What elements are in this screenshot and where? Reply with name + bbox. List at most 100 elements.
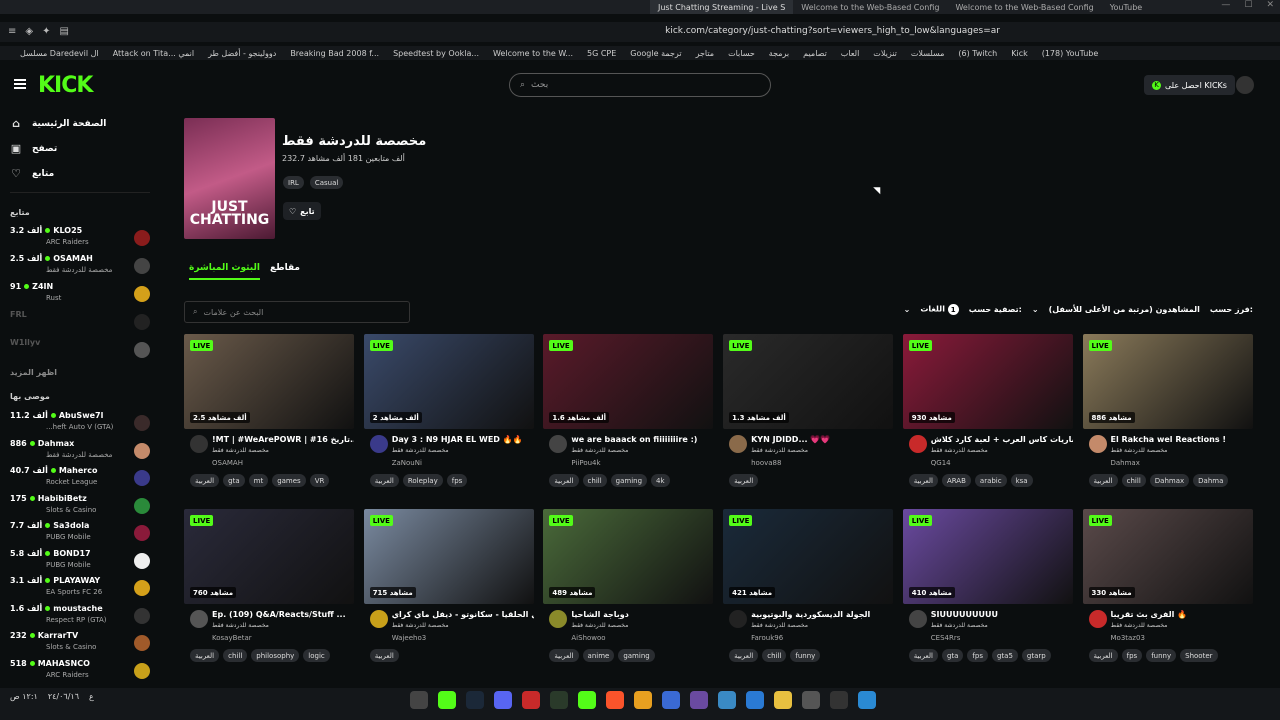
streamer-avatar[interactable] (1088, 435, 1107, 453)
stream-category[interactable]: مخصصة للدردشة فقط (751, 622, 808, 629)
stream-tag[interactable]: العربية (908, 649, 938, 662)
stream-category[interactable]: مخصصة للدردشة فقط (1111, 447, 1168, 454)
bookmark-item[interactable]: حسابات (728, 49, 755, 58)
streamer-name[interactable]: Wajeeho3 (392, 634, 427, 642)
streamer-name[interactable]: PiiPou4k (571, 459, 600, 467)
search-input[interactable]: ⌕ بحث (509, 73, 771, 97)
stream-tag[interactable]: arabic (974, 474, 1007, 487)
stream-tag[interactable]: philosophy (251, 649, 300, 662)
minimize-icon[interactable]: — (1221, 0, 1230, 10)
chevron-down-icon[interactable]: ⌄ (1032, 305, 1039, 314)
kick-logo[interactable]: KICK (38, 73, 93, 98)
menu-icon[interactable]: ≡ (8, 26, 16, 37)
streamer-avatar[interactable] (729, 435, 748, 453)
stream-tag[interactable]: العربية (729, 474, 759, 487)
streamer-avatar[interactable] (190, 435, 208, 453)
bookmark-item[interactable]: تصاميم (803, 49, 827, 58)
sidebar-link[interactable]: ♡ متابع (10, 167, 54, 180)
stream-thumbnail[interactable]: LIVE 930 مشاهد (902, 334, 1073, 429)
stream-tag[interactable]: العربية (1088, 474, 1118, 487)
streamer-name[interactable]: ZaNouNi (392, 459, 422, 467)
stream-tag[interactable]: logic (303, 649, 330, 662)
sidebar-link[interactable]: ⌂ الصفحة الرئيسية (10, 117, 106, 130)
stream-tag[interactable]: العربية (369, 474, 399, 487)
stream-tag[interactable]: العربية (369, 649, 399, 662)
app-icon[interactable] (690, 691, 708, 709)
brave-icon[interactable] (606, 691, 624, 709)
bookmark-item[interactable]: Breaking Bad 2008 f... (290, 49, 379, 58)
bookmark-item[interactable]: Attack on Tita... انمي (113, 49, 194, 58)
stream-tag[interactable]: العربية (908, 474, 938, 487)
bookmark-item[interactable]: متاجر (696, 49, 715, 58)
stream-category[interactable]: مخصصة للدردشة فقط (392, 447, 449, 454)
stream-card[interactable]: LIVE 886 مشاهد El Rakcha wel Reactions ! مخ… (1082, 334, 1253, 494)
sidebar-channel[interactable]: 3.1 ألف PLAYAWAY EA Sports FC 26 (10, 576, 150, 600)
category-tag[interactable]: Casual (309, 176, 344, 189)
streamer-avatar[interactable] (369, 610, 388, 628)
stream-tag[interactable]: chill (1121, 474, 1146, 487)
sidebar-channel[interactable]: 2.5 ألف OSAMAH مخصصة للدردشة فقط (10, 254, 150, 278)
stream-thumbnail[interactable]: LIVE 410 مشاهد (902, 509, 1073, 604)
stream-tag[interactable]: gta (223, 474, 245, 487)
stream-category[interactable]: مخصصة للدردشة فقط (931, 447, 988, 454)
stream-card[interactable]: LIVE 410 مشاهد SIUUUUUUUUU مخصصة للدردشة فق… (902, 509, 1073, 669)
stream-thumbnail[interactable]: LIVE 2 ألف مشاهد (363, 334, 534, 429)
stream-category[interactable]: مخصصة للدردشة فقط (571, 622, 628, 629)
stream-title[interactable]: دوباجة الشاحيا (571, 610, 713, 619)
app-icon[interactable] (438, 691, 456, 709)
sidebar-channel[interactable]: 40.7 ألف Maherco Rocket League (10, 466, 150, 490)
stream-title[interactable]: Day 3 : N9 HJAR EL WED 🔥🔥 (392, 435, 534, 444)
bookmark-item[interactable]: (6) Twitch (958, 49, 997, 58)
sidebar-channel[interactable]: 3.2 ألف KLO25 ARC Raiders (10, 226, 150, 250)
browser-tab[interactable]: Just Chatting Streaming - Live S (650, 0, 794, 14)
search-icon[interactable] (830, 691, 848, 709)
streamer-name[interactable]: OSAMAH (212, 459, 243, 467)
streamer-avatar[interactable] (908, 435, 927, 453)
stream-tag[interactable]: ksa (1010, 474, 1033, 487)
sidebar-link[interactable]: ▣ تصفح (10, 142, 57, 155)
stream-thumbnail[interactable]: LIVE 1.6 ألف مشاهد (543, 334, 714, 429)
stream-tag[interactable]: funny (790, 649, 821, 662)
stream-card[interactable]: LIVE 930 مشاهد مباريات كاس العرب + لعبة كا… (902, 334, 1073, 494)
stream-category[interactable]: مخصصة للدردشة فقط (212, 447, 269, 454)
sidebar-channel[interactable]: 518 MAHASNCO ARC Raiders (10, 659, 150, 683)
bookmark-item[interactable]: Speedtest by Ookla... (393, 49, 479, 58)
streamer-avatar[interactable] (369, 435, 388, 453)
stream-tag[interactable]: العربية (1088, 649, 1118, 662)
stream-tag[interactable]: العربية (729, 649, 759, 662)
stream-thumbnail[interactable]: LIVE 330 مشاهد (1082, 509, 1253, 604)
stream-card[interactable]: LIVE 760 مشاهد Ep. (109) Q&A/Reacts/Stuff … (184, 509, 354, 669)
discord-icon[interactable] (494, 691, 512, 709)
stream-tag[interactable]: Dahma (1193, 474, 1229, 487)
bookmark-item[interactable]: 5G CPE (587, 49, 616, 58)
sidebar-channel[interactable]: 175 HabibiBetz Slots & Casino (10, 494, 150, 518)
sidebar-channel[interactable]: 7.7 ألف Sa3dola PUBG Mobile (10, 521, 150, 545)
bookmark-item[interactable]: (178) YouTube (1042, 49, 1099, 58)
user-avatar[interactable] (1236, 76, 1254, 94)
stream-title[interactable]: KYN JDIDD... 💗💗 (751, 435, 893, 444)
app-icon[interactable] (522, 691, 540, 709)
stream-tag[interactable]: gtarp (1021, 649, 1051, 662)
windows-start-icon[interactable] (858, 691, 876, 709)
browser-tab[interactable]: Welcome to the Web-Based Config (947, 0, 1101, 14)
stream-tag[interactable]: chill (223, 649, 248, 662)
follow-button[interactable]: ♡ تابع (283, 202, 321, 220)
stream-tag[interactable]: VR (309, 474, 330, 487)
subtab[interactable]: البثوث المباشرة (189, 263, 260, 280)
stream-tag[interactable]: gta (941, 649, 964, 662)
sidebar-channel[interactable]: FRL (10, 310, 150, 334)
stream-thumbnail[interactable]: LIVE 1.3 ألف مشاهد (723, 334, 894, 429)
bookmark-item[interactable]: Welcome to the W... (493, 49, 573, 58)
stream-title[interactable]: we are baaack on fiiiiiiiire :) (571, 435, 713, 444)
stream-tag[interactable]: fps (1121, 649, 1143, 662)
streamer-name[interactable]: QG14 (931, 459, 951, 467)
sidebar-channel[interactable]: 232 KarrarTV Slots & Casino (10, 631, 150, 655)
tag-search-input[interactable]: ⌕ البحث عن علامات (184, 301, 410, 323)
stream-tag[interactable]: العربية (190, 649, 220, 662)
stream-thumbnail[interactable]: LIVE 886 مشاهد (1082, 334, 1253, 429)
bookmark-item[interactable]: برمجة (769, 49, 789, 58)
stream-tag[interactable]: Roleplay (402, 474, 443, 487)
streamer-avatar[interactable] (549, 435, 568, 453)
steam-icon[interactable] (466, 691, 484, 709)
stream-title[interactable]: Ep. (109) Q&A/Reacts/Stuff ... (212, 610, 354, 619)
